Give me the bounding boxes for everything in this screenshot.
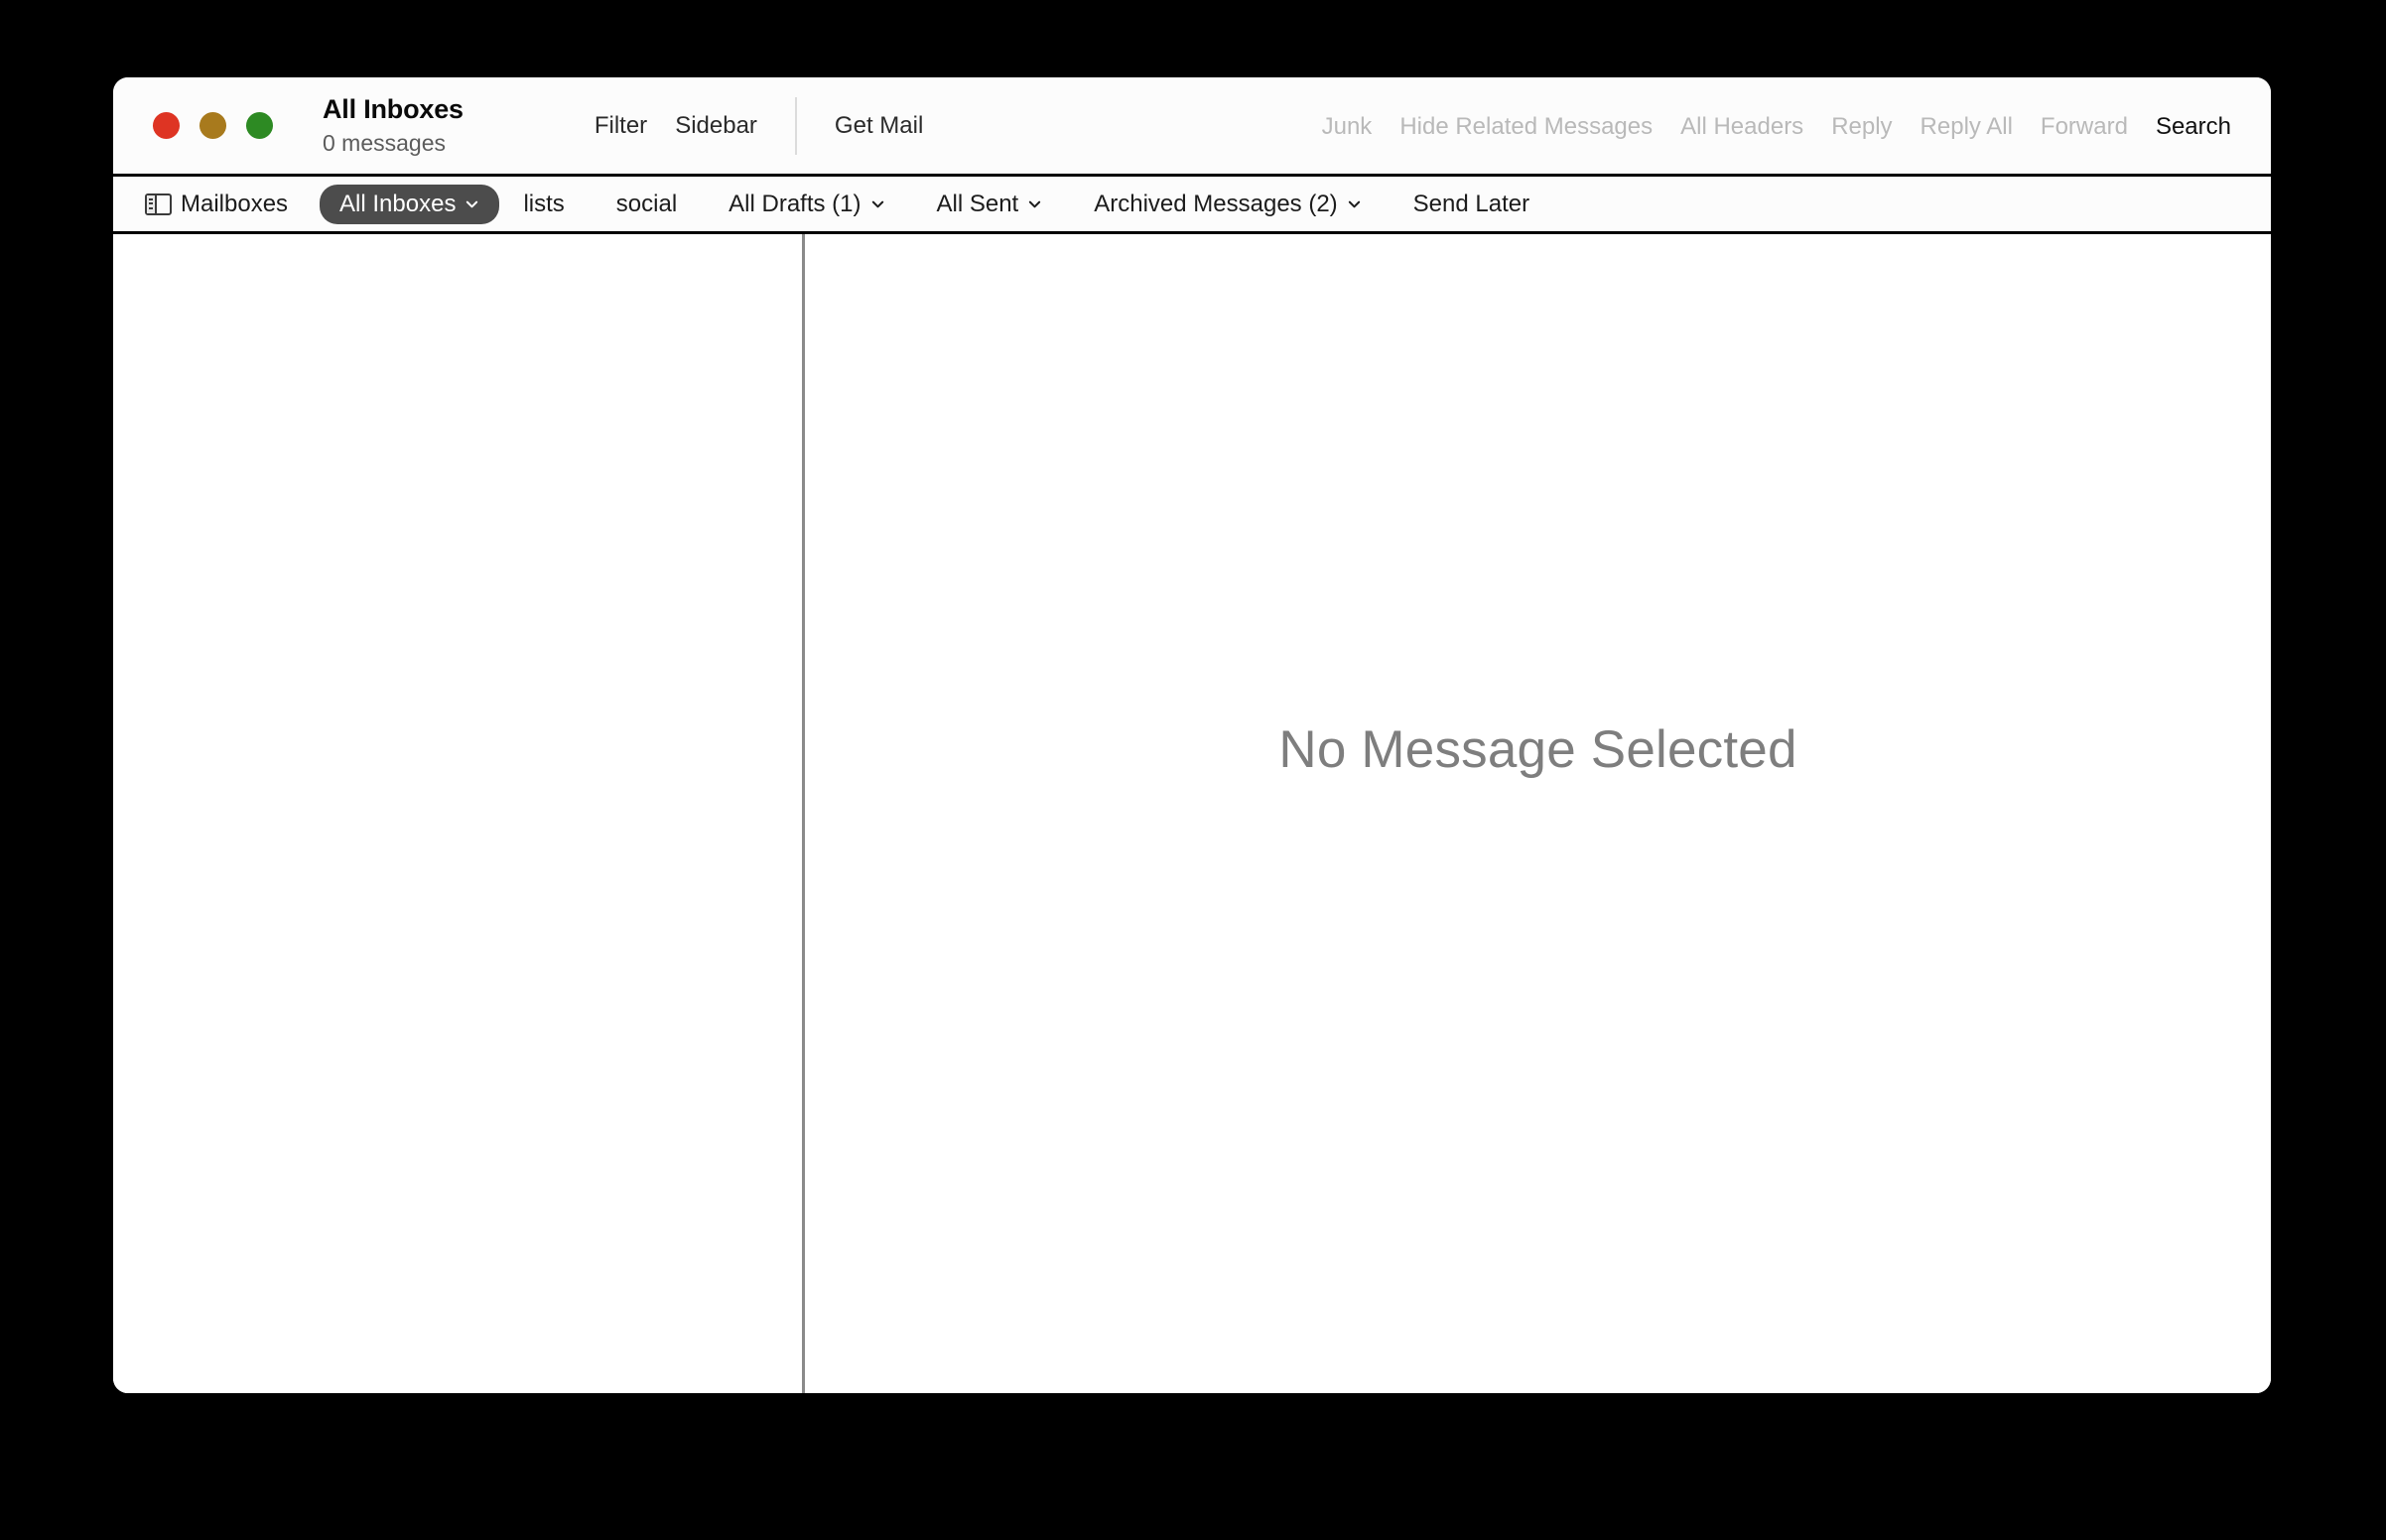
favorite-all-sent[interactable]: All Sent (923, 186, 1057, 223)
content-area: No Message Selected (113, 234, 2271, 1393)
junk-button[interactable]: Junk (1308, 107, 1387, 147)
favorite-archived-messages[interactable]: Archived Messages (2) (1080, 186, 1375, 223)
favorite-social[interactable]: social (602, 186, 691, 223)
reply-button[interactable]: Reply (1817, 107, 1906, 147)
chevron-down-icon (870, 196, 885, 211)
toolbar-right-group: Junk Hide Related Messages All Headers R… (1308, 77, 2245, 177)
message-count-label: 0 messages (323, 130, 447, 157)
chevron-down-icon (464, 196, 479, 211)
mail-window: All Inboxes 0 messages Filter Sidebar Ge… (113, 77, 2271, 1393)
favorite-social-label: social (615, 190, 678, 217)
zoom-window-button[interactable] (246, 112, 273, 139)
window-titlebar: All Inboxes 0 messages Filter Sidebar Ge… (113, 77, 2271, 177)
search-button[interactable]: Search (2142, 107, 2245, 147)
favorite-all-inboxes[interactable]: All Inboxes (320, 184, 500, 224)
favorite-all-drafts[interactable]: All Drafts (1) (715, 186, 898, 223)
favorite-archived-messages-label: Archived Messages (2) (1094, 190, 1338, 217)
toolbar-separator (794, 96, 797, 155)
traffic-light-group (153, 112, 273, 139)
message-list-pane[interactable] (113, 234, 805, 1393)
get-mail-button[interactable]: Get Mail (821, 106, 937, 146)
favorite-lists[interactable]: lists (509, 186, 578, 223)
page-title: All Inboxes (323, 94, 464, 125)
filter-button[interactable]: Filter (581, 106, 661, 146)
mailboxes-toggle[interactable]: Mailboxes (145, 186, 302, 223)
no-message-selected-label: No Message Selected (1278, 719, 1797, 779)
sidebar-toggle-button[interactable]: Sidebar (661, 106, 771, 146)
mailboxes-label: Mailboxes (181, 190, 289, 217)
favorites-bar: Mailboxes All Inboxes lists social All D… (113, 177, 2271, 234)
all-headers-button[interactable]: All Headers (1666, 107, 1817, 147)
forward-button[interactable]: Forward (2027, 107, 2142, 147)
favorite-send-later[interactable]: Send Later (1399, 186, 1543, 223)
reply-all-button[interactable]: Reply All (1907, 107, 2027, 147)
close-window-button[interactable] (153, 112, 180, 139)
favorite-all-sent-label: All Sent (936, 190, 1019, 217)
favorite-lists-label: lists (523, 190, 565, 217)
toolbar-center-group: Filter Sidebar Get Mail (581, 96, 937, 155)
favorite-all-inboxes-label: All Inboxes (339, 190, 457, 217)
favorite-send-later-label: Send Later (1412, 190, 1530, 217)
desktop-background: All Inboxes 0 messages Filter Sidebar Ge… (0, 0, 2386, 1540)
window-title-block: All Inboxes 0 messages (323, 94, 464, 156)
hide-related-messages-button[interactable]: Hide Related Messages (1386, 107, 1666, 147)
message-view-pane: No Message Selected (805, 234, 2271, 1393)
chevron-down-icon (1347, 196, 1362, 211)
favorite-all-drafts-label: All Drafts (1) (729, 190, 862, 217)
chevron-down-icon (1027, 196, 1042, 211)
sidebar-panel-icon (145, 192, 172, 215)
minimize-window-button[interactable] (199, 112, 226, 139)
